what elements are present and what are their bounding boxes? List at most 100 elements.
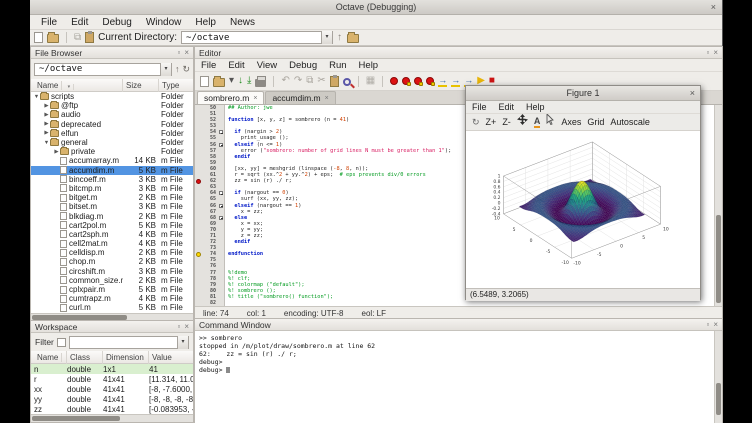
expander-icon[interactable]: ▶ xyxy=(43,121,50,127)
file-tree-row[interactable]: ▶audioFolder xyxy=(31,110,193,119)
file-tree-row[interactable]: ▶privateFolder xyxy=(31,147,193,156)
fold-icon[interactable] xyxy=(219,143,223,147)
file-tree-row[interactable]: common_size.m2 KBm File xyxy=(31,276,193,285)
cut-icon[interactable]: ✂ xyxy=(317,75,325,87)
file-tree-row[interactable]: cplxpair.m5 KBm File xyxy=(31,285,193,294)
file-tree-row[interactable]: blkdiag.m2 KBm File xyxy=(31,211,193,220)
step-in-icon[interactable]: → xyxy=(451,75,460,87)
filter-checkbox[interactable] xyxy=(57,338,66,347)
open-file-icon[interactable] xyxy=(213,78,225,87)
undock-icon[interactable]: ▫ xyxy=(177,47,180,59)
path-combo[interactable]: ~/octave ▾ xyxy=(34,63,172,76)
paste-icon[interactable] xyxy=(330,76,339,87)
file-tree-row[interactable]: circshift.m3 KBm File xyxy=(31,267,193,276)
run-file-icon[interactable]: ▦ xyxy=(366,75,375,87)
breakpoint-icon[interactable] xyxy=(196,179,201,184)
menu-edit[interactable]: Edit xyxy=(64,15,95,30)
close-panel-icon[interactable]: × xyxy=(184,321,189,333)
close-tab-icon[interactable]: × xyxy=(325,95,329,102)
open-file-icon[interactable] xyxy=(47,34,59,43)
toggle-breakpoint-icon[interactable] xyxy=(390,77,398,85)
terminal-vscrollbar[interactable] xyxy=(714,331,722,423)
workspace-hscrollbar[interactable] xyxy=(31,414,193,422)
copy-icon[interactable]: ⧉ xyxy=(306,75,313,87)
file-tree-row[interactable]: accumarray.m14 KBm File xyxy=(31,156,193,165)
column-size[interactable]: Size xyxy=(123,79,159,92)
up-directory-icon[interactable]: ↑ xyxy=(175,62,180,76)
close-tab-icon[interactable]: × xyxy=(253,95,257,102)
file-tree-row[interactable]: cart2sph.m4 KBm File xyxy=(31,230,193,239)
column-name[interactable]: Name ▾ xyxy=(31,79,123,92)
figure-menu-help[interactable]: Help xyxy=(520,101,551,114)
print-icon[interactable] xyxy=(255,79,266,87)
new-script-icon[interactable] xyxy=(200,76,209,87)
new-script-icon[interactable] xyxy=(34,32,43,43)
file-tree-row[interactable]: ▼scriptsFolder xyxy=(31,92,193,101)
chevron-down-icon[interactable]: ▾ xyxy=(321,31,332,44)
file-tree-row[interactable]: bitget.m2 KBm File xyxy=(31,193,193,202)
expander-icon[interactable]: ▶ xyxy=(53,149,60,155)
file-tree-row[interactable]: curl.m5 KBm File xyxy=(31,303,193,312)
editor-menu-help[interactable]: Help xyxy=(353,59,385,72)
remove-breakpoints-icon[interactable] xyxy=(426,77,434,85)
chevron-down-icon[interactable]: ▾ xyxy=(160,63,171,76)
step-icon[interactable]: → xyxy=(438,75,447,87)
file-tree-row[interactable]: bitset.m3 KBm File xyxy=(31,202,193,211)
file-tree-row[interactable]: ▶@ftpFolder xyxy=(31,101,193,110)
file-tree-row[interactable]: bitcmp.m3 KBm File xyxy=(31,184,193,193)
breakpoint-gutter[interactable] xyxy=(195,300,202,306)
current-directory-combo[interactable]: ~/octave ▾ xyxy=(181,31,333,44)
editor-vscrollbar[interactable] xyxy=(714,105,722,306)
file-tree-row[interactable]: ▼generalFolder xyxy=(31,138,193,147)
file-tree-row[interactable]: cell2mat.m4 KBm File xyxy=(31,239,193,248)
text-tool-icon[interactable]: A xyxy=(534,116,541,128)
undock-icon[interactable]: ▫ xyxy=(706,47,709,59)
undock-icon[interactable]: ▫ xyxy=(706,319,709,331)
column-value[interactable]: Value xyxy=(149,351,193,364)
window-titlebar[interactable]: Octave (Debugging) × xyxy=(30,0,722,15)
file-tree-row[interactable]: chop.m2 KBm File xyxy=(31,257,193,266)
save-file-icon[interactable]: ↓ xyxy=(238,75,243,87)
pan-tool-icon[interactable] xyxy=(517,114,528,131)
file-tree-row[interactable]: ▶elfunFolder xyxy=(31,129,193,138)
file-tree-row[interactable]: ▶deprecatedFolder xyxy=(31,120,193,129)
undock-icon[interactable]: ▫ xyxy=(177,321,180,333)
close-figure-icon[interactable]: × xyxy=(690,86,695,101)
workspace-row[interactable]: ndouble1x141 xyxy=(31,364,193,374)
column-class[interactable]: Class xyxy=(67,351,103,364)
grid-button[interactable]: Grid xyxy=(587,114,604,131)
previous-breakpoint-icon[interactable] xyxy=(414,77,422,85)
chevron-down-icon[interactable]: ▾ xyxy=(177,336,188,349)
paste-icon[interactable] xyxy=(85,32,94,43)
tab-accumdim.m[interactable]: accumdim.m× xyxy=(265,91,335,104)
menu-file[interactable]: File xyxy=(34,15,64,30)
editor-menu-run[interactable]: Run xyxy=(323,59,352,72)
browse-directory-icon[interactable] xyxy=(347,34,359,43)
actions-menu-icon[interactable]: ↻ xyxy=(182,62,190,76)
up-directory-icon[interactable]: ↑ xyxy=(337,32,342,44)
close-panel-icon[interactable]: × xyxy=(713,47,718,59)
file-tree-row[interactable]: accumdim.m5 KBm File xyxy=(31,166,193,175)
column-type[interactable]: Type xyxy=(159,79,193,92)
expander-icon[interactable]: ▼ xyxy=(43,140,50,146)
column-dimension[interactable]: Dimension xyxy=(103,351,149,364)
editor-menu-file[interactable]: File xyxy=(195,59,222,72)
editor-menu-view[interactable]: View xyxy=(251,59,283,72)
workspace-row[interactable]: yydouble41x41[-8, -8, -8, -8, -8, -8, -8… xyxy=(31,394,193,404)
save-file-as-icon[interactable]: ⤓ xyxy=(247,75,251,87)
expander-icon[interactable]: ▶ xyxy=(43,112,50,118)
fold-icon[interactable] xyxy=(219,216,223,220)
figure-canvas[interactable]: -10-50510-10-50510-0.4-0.200.20.40.60.81 xyxy=(466,131,700,288)
file-tree-row[interactable]: bincoeff.m3 KBm File xyxy=(31,175,193,184)
menu-news[interactable]: News xyxy=(223,15,262,30)
fold-icon[interactable] xyxy=(219,204,223,208)
column-name[interactable]: Name ▾ xyxy=(31,351,67,364)
workspace-row[interactable]: zzdouble41x41[-0.083953, -0.090556, -0 xyxy=(31,404,193,414)
fold-icon[interactable] xyxy=(219,191,223,195)
close-panel-icon[interactable]: × xyxy=(713,319,718,331)
menu-window[interactable]: Window xyxy=(139,15,189,30)
find-icon[interactable] xyxy=(343,78,351,86)
select-tool-icon[interactable] xyxy=(546,114,555,131)
expander-icon[interactable]: ▶ xyxy=(43,103,50,109)
file-tree-row[interactable]: cart2pol.m5 KBm File xyxy=(31,221,193,230)
